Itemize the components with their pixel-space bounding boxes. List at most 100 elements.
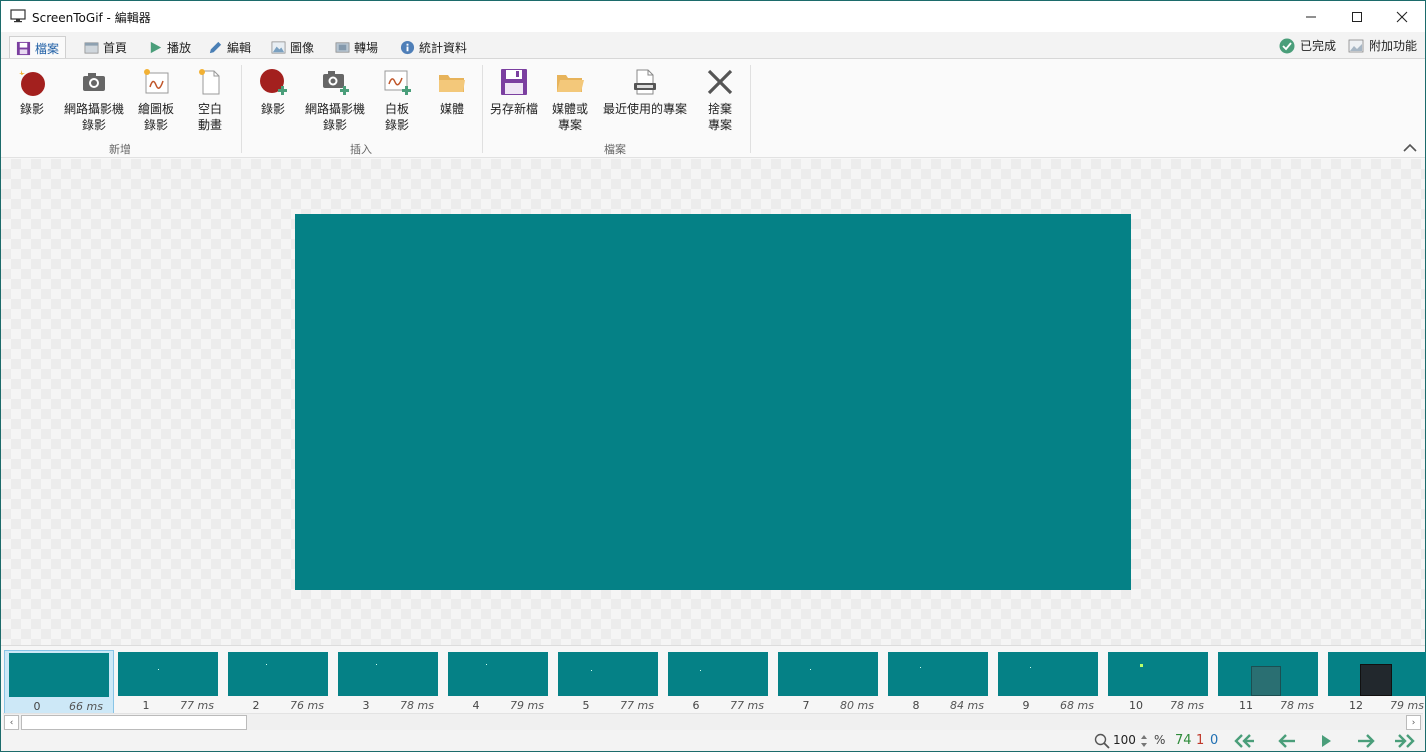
frame-number: 8: [912, 699, 920, 712]
frame-thumbnail[interactable]: 1 77 ms: [114, 650, 224, 714]
minimize-icon: [1306, 16, 1316, 17]
folder-icon: [439, 75, 465, 92]
insert-webcam-label: 網路攝影機: [304, 102, 365, 116]
scroll-left-icon[interactable]: ‹: [4, 715, 19, 730]
tab-transition[interactable]: 轉場: [329, 36, 384, 58]
frame-delay: 78 ms: [1280, 699, 1314, 712]
discard-project-label: 捨棄: [707, 102, 732, 116]
frame-thumbnail[interactable]: 12 79 ms: [1324, 650, 1426, 714]
recent-projects-button[interactable]: 最近使用的專案: [598, 65, 692, 117]
save-as-button[interactable]: 另存新檔: [487, 65, 541, 117]
discard-project-button[interactable]: 捨棄 專案: [701, 65, 739, 133]
frame-thumbnail[interactable]: 11 78 ms: [1214, 650, 1324, 714]
group-label-insert: 插入: [350, 143, 372, 156]
frame-image: [998, 652, 1098, 696]
ribbon-separator: [750, 65, 751, 153]
tab-statistics[interactable]: 統計資料: [394, 36, 473, 58]
title-bar: ScreenToGif - 編輯器: [1, 1, 1425, 32]
tab-edit-label: 編輯: [227, 40, 252, 55]
frame-number: 3: [362, 699, 370, 712]
insert-board-button[interactable]: 白板 錄影: [376, 65, 418, 133]
new-recording-button[interactable]: 錄影: [13, 65, 51, 117]
tab-edit[interactable]: 編輯: [202, 36, 257, 58]
frame-thumbnail[interactable]: 2 76 ms: [224, 650, 334, 714]
tab-image[interactable]: 圖像: [265, 36, 320, 58]
status-bar: 100 % 74 1 0: [1, 730, 1425, 751]
maximize-icon: [1352, 11, 1362, 22]
tab-statistics-label: 統計資料: [419, 40, 468, 55]
frame-timeline: 0 66 ms 1 77 ms 2 76 ms 3 78 ms 4 79 ms …: [1, 645, 1426, 714]
new-blank-label: 空白: [197, 102, 222, 116]
frame-image: [228, 652, 328, 696]
scrollbar-thumb[interactable]: [21, 715, 247, 730]
new-blank-label-2: 動畫: [197, 118, 222, 132]
frame-thumbnail[interactable]: 9 68 ms: [994, 650, 1104, 714]
previous-frame-icon[interactable]: [1276, 733, 1298, 749]
new-board-button[interactable]: 繪圖板 錄影: [133, 65, 179, 133]
frame-thumbnail[interactable]: 4 79 ms: [444, 650, 554, 714]
done-button[interactable]: 已完成: [1279, 37, 1336, 54]
frame-delay: 78 ms: [400, 699, 434, 712]
frame-delay: 79 ms: [1390, 699, 1424, 712]
done-label: 已完成: [1300, 39, 1337, 53]
last-frame-icon[interactable]: [1394, 733, 1416, 749]
open-project-button[interactable]: 媒體或 專案: [548, 65, 592, 133]
frame-number: 9: [1022, 699, 1030, 712]
frame-thumbnail[interactable]: 8 84 ms: [884, 650, 994, 714]
tab-file[interactable]: 檔案: [9, 36, 67, 59]
first-frame-icon[interactable]: [1233, 733, 1255, 749]
play-frames-icon[interactable]: [1315, 733, 1337, 749]
frame-thumbnail[interactable]: 7 80 ms: [774, 650, 884, 714]
scroll-right-icon[interactable]: ›: [1406, 715, 1421, 730]
new-blank-button[interactable]: 空白 動畫: [191, 65, 229, 133]
zoom-value[interactable]: 100: [1113, 733, 1136, 747]
timeline-scrollbar[interactable]: ‹ ›: [3, 713, 1423, 730]
webcam-add-icon: [323, 71, 349, 95]
image-icon: [271, 41, 286, 53]
tab-home-label: 首頁: [103, 40, 128, 55]
frame-image: [118, 652, 218, 696]
home-icon: [84, 41, 99, 53]
insert-webcam-button[interactable]: 網路攝影機 錄影: [300, 65, 370, 133]
new-board-label: 繪圖板: [137, 102, 174, 116]
group-label-file: 檔案: [604, 143, 626, 156]
new-webcam-label: 網路攝影機: [63, 102, 124, 116]
close-button[interactable]: [1379, 1, 1425, 32]
tab-home[interactable]: 首頁: [78, 36, 133, 58]
ribbon-separator: [241, 65, 242, 153]
close-icon: [1396, 11, 1408, 22]
insert-media-button[interactable]: 媒體: [433, 65, 471, 117]
minimize-button[interactable]: [1288, 1, 1334, 32]
tab-play-label: 播放: [167, 40, 192, 55]
save-as-icon: [501, 69, 527, 95]
extras-button[interactable]: 附加功能: [1348, 37, 1417, 54]
frame-number: 2: [252, 699, 260, 712]
zoom-icon: [1094, 733, 1110, 749]
frame-delay: 66 ms: [69, 700, 103, 713]
ribbon-separator: [482, 65, 483, 153]
new-webcam-button[interactable]: 網路攝影機 錄影: [59, 65, 129, 133]
tab-play[interactable]: 播放: [142, 36, 197, 58]
next-frame-icon[interactable]: [1355, 733, 1377, 749]
floppy-icon: [16, 41, 31, 55]
frame-delay: 80 ms: [840, 699, 874, 712]
insert-recording-button[interactable]: 錄影: [254, 65, 292, 117]
frame-delay: 77 ms: [730, 699, 764, 712]
frame-thumbnail[interactable]: 0 66 ms: [4, 650, 114, 714]
frame-image: [888, 652, 988, 696]
frame-image: [1218, 652, 1318, 696]
frame-thumbnail[interactable]: 6 77 ms: [664, 650, 774, 714]
frame-thumbnail[interactable]: 10 78 ms: [1104, 650, 1214, 714]
zoom-spinner-icon[interactable]: [1140, 734, 1148, 748]
frame-image: [9, 653, 109, 697]
frame-image: [778, 652, 878, 696]
frame-thumbnail[interactable]: 5 77 ms: [554, 650, 664, 714]
pencil-icon: [209, 41, 222, 53]
frame-number: 1: [142, 699, 150, 712]
frame-thumbnail[interactable]: 3 78 ms: [334, 650, 444, 714]
app-monitor-icon: [10, 9, 26, 23]
frame-delay: 76 ms: [290, 699, 324, 712]
maximize-button[interactable]: [1334, 1, 1380, 32]
discard-icon: [707, 69, 733, 95]
collapse-ribbon-icon[interactable]: [1403, 143, 1417, 153]
